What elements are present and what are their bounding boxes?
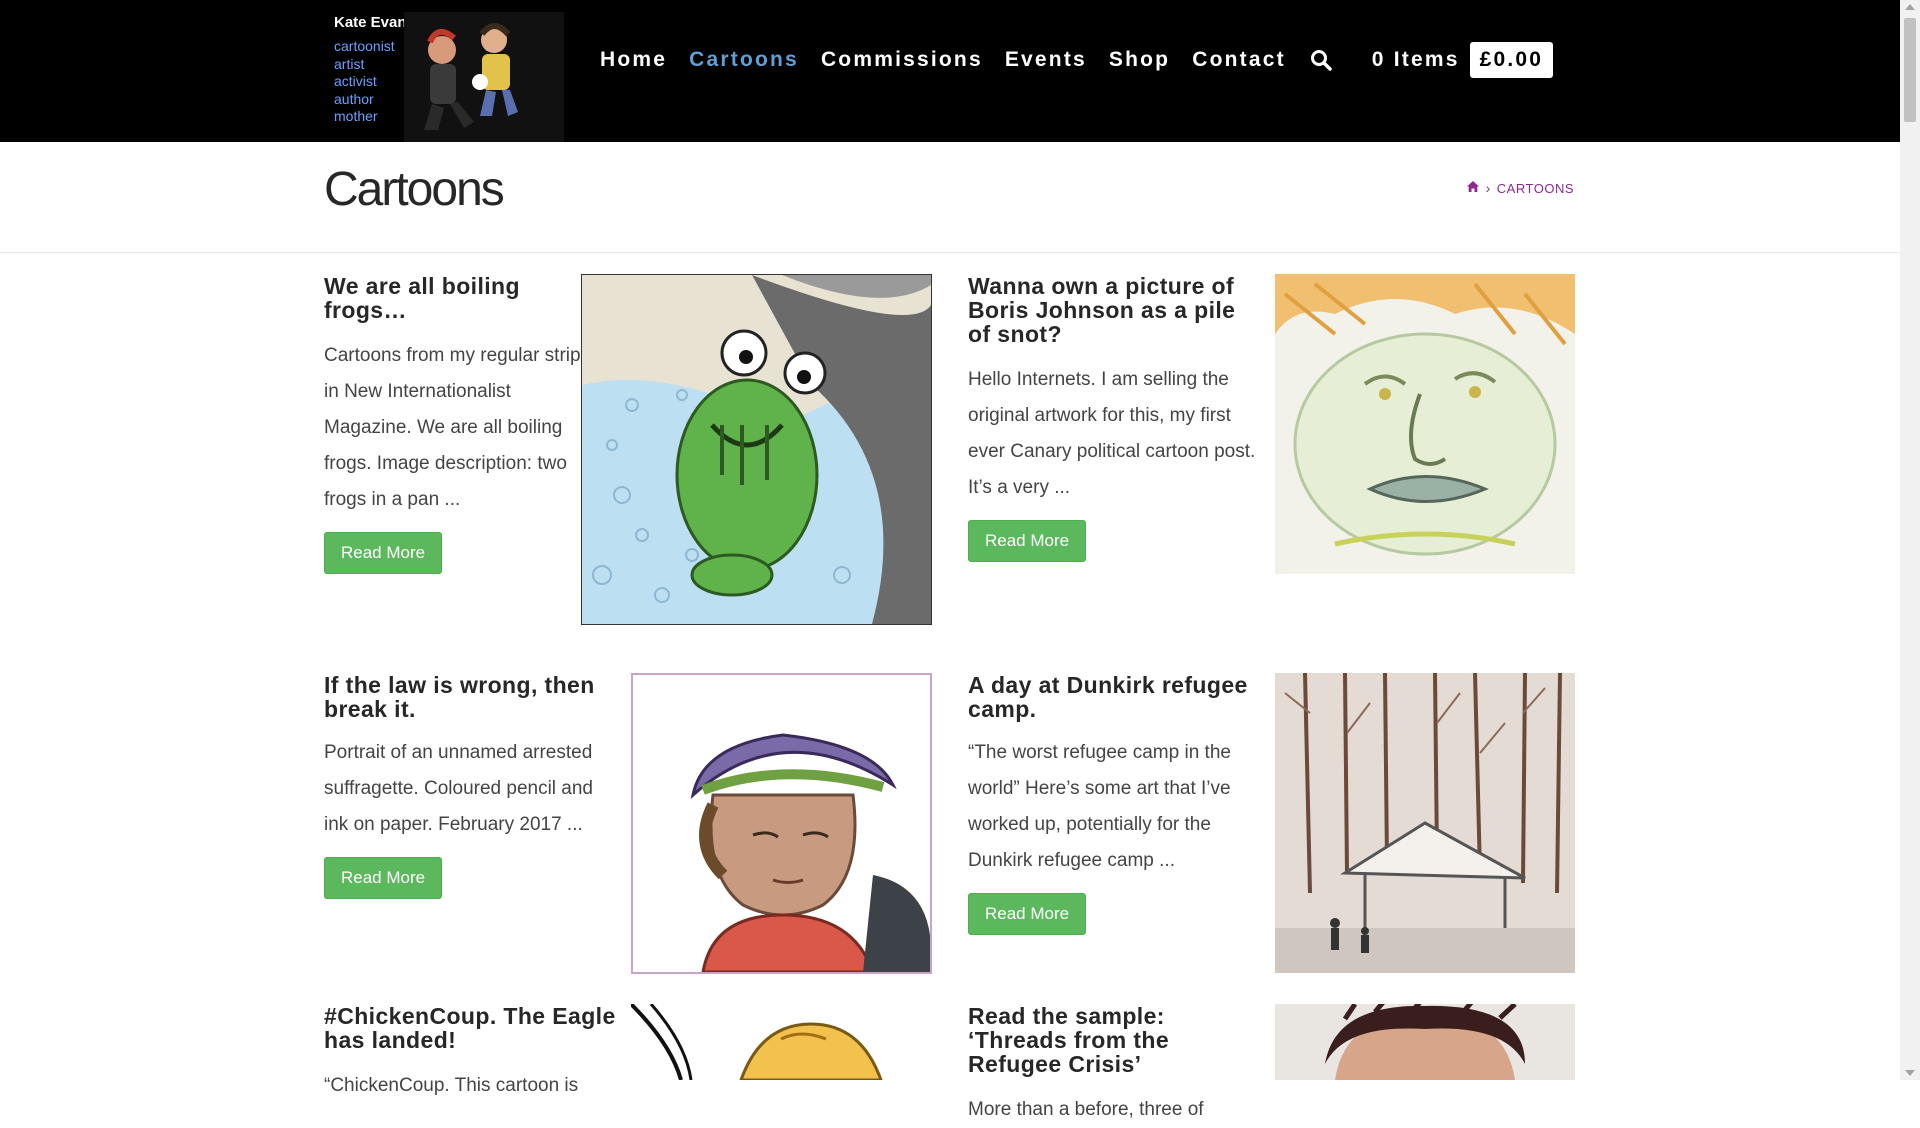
nav-home[interactable]: Home bbox=[600, 48, 667, 72]
nav-commissions[interactable]: Commissions bbox=[821, 48, 983, 72]
read-more-button[interactable]: Read More bbox=[324, 532, 443, 574]
nav-cartoons[interactable]: Cartoons bbox=[689, 48, 799, 72]
logo-taglines: cartoonist artist activist author mother bbox=[334, 38, 395, 126]
post-excerpt: More than a before, three of bbox=[968, 1099, 1204, 1120]
post-excerpt: Cartoons from my regular strip in New In… bbox=[324, 345, 581, 510]
cart-total[interactable]: £0.00 bbox=[1469, 42, 1554, 78]
search-icon[interactable] bbox=[1310, 49, 1332, 71]
logo-tagline: cartoonist bbox=[334, 38, 395, 54]
post-thumbnail-threads[interactable] bbox=[1275, 1004, 1575, 1080]
nav-events[interactable]: Events bbox=[1005, 48, 1087, 72]
page-header: Cartoons › CARTOONS bbox=[0, 142, 1900, 253]
home-icon[interactable] bbox=[1466, 180, 1480, 196]
logo-tagline: author bbox=[334, 90, 374, 107]
post-excerpt: “The worst refugee camp in the world” He… bbox=[968, 742, 1231, 871]
post-title[interactable]: Read the sample: ‘Threads from the Refug… bbox=[968, 1004, 1268, 1076]
post-title[interactable]: If the law is wrong, then break it. bbox=[324, 673, 614, 721]
page-title: Cartoons bbox=[324, 163, 505, 216]
read-more-button[interactable]: Read More bbox=[324, 857, 443, 899]
post-title[interactable]: We are all boiling frogs… bbox=[324, 274, 594, 322]
post-card: If the law is wrong, then break it. Port… bbox=[324, 673, 614, 899]
logo-tagline: artist bbox=[334, 55, 365, 72]
nav-shop[interactable]: Shop bbox=[1109, 48, 1170, 72]
read-more-button[interactable]: Read More bbox=[968, 520, 1087, 562]
cart-items-count[interactable]: 0 Items bbox=[1372, 48, 1460, 72]
chevron-right-icon: › bbox=[1485, 180, 1491, 196]
logo-name: Kate Evans bbox=[334, 14, 415, 31]
post-card: #ChickenCoup. The Eagle has landed! “Chi… bbox=[324, 1004, 624, 1104]
main-nav: Home Cartoons Commissions Events Shop Co… bbox=[600, 42, 1554, 78]
post-card: Read the sample: ‘Threads from the Refug… bbox=[968, 1004, 1268, 1128]
site-logo[interactable]: Kate Evans cartoonist artist activist au… bbox=[324, 12, 574, 142]
post-excerpt: Portrait of an unnamed arrested suffrage… bbox=[324, 742, 593, 835]
scroll-up-arrow-icon[interactable] bbox=[1905, 4, 1915, 10]
cart-widget[interactable]: 0 Items £0.00 bbox=[1372, 42, 1554, 78]
post-title[interactable]: Wanna own a picture of Boris Johnson as … bbox=[968, 274, 1258, 346]
post-excerpt: “ChickenCoup. This cartoon is bbox=[324, 1075, 579, 1096]
breadcrumb-current[interactable]: CARTOONS bbox=[1497, 181, 1574, 196]
post-thumbnail-chicken[interactable] bbox=[631, 1004, 930, 1080]
breadcrumb: › CARTOONS bbox=[1466, 180, 1574, 196]
post-thumbnail-boris[interactable] bbox=[1275, 274, 1575, 574]
post-card: Wanna own a picture of Boris Johnson as … bbox=[968, 274, 1258, 562]
post-title[interactable]: A day at Dunkirk refugee camp. bbox=[968, 673, 1258, 721]
post-thumbnail-suffragette[interactable] bbox=[631, 673, 932, 974]
logo-tagline: mother bbox=[334, 108, 378, 124]
site-header: Kate Evans cartoonist artist activist au… bbox=[0, 0, 1900, 142]
post-card: We are all boiling frogs… Cartoons from … bbox=[324, 274, 594, 574]
post-excerpt: Hello Internets. I am selling the origin… bbox=[968, 369, 1256, 498]
logo-tagline: activist bbox=[334, 73, 377, 89]
page-scrollbar[interactable] bbox=[1900, 0, 1920, 1080]
read-more-button[interactable]: Read More bbox=[968, 893, 1087, 935]
post-thumbnail-dunkirk[interactable] bbox=[1275, 673, 1575, 973]
nav-contact[interactable]: Contact bbox=[1192, 48, 1286, 72]
post-card: A day at Dunkirk refugee camp. “The wors… bbox=[968, 673, 1258, 935]
post-title[interactable]: #ChickenCoup. The Eagle has landed! bbox=[324, 1004, 624, 1052]
post-thumbnail-frog[interactable] bbox=[581, 274, 932, 625]
logo-illustration bbox=[404, 12, 564, 142]
scrollbar-thumb[interactable] bbox=[1904, 18, 1916, 122]
scroll-down-arrow-icon[interactable] bbox=[1905, 1070, 1915, 1076]
